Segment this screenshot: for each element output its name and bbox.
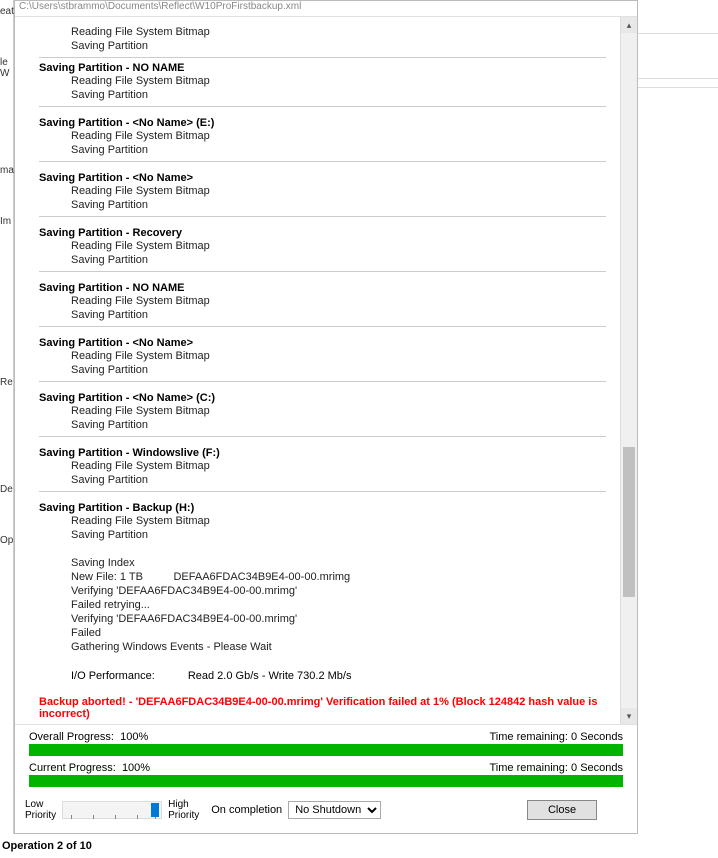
detail-line: Gathering Windows Events - Please Wait xyxy=(71,640,606,654)
overall-time-value: 0 Seconds xyxy=(571,731,623,743)
section-sub-line: Saving Partition xyxy=(39,308,606,322)
section-sub-line: Saving Partition xyxy=(39,198,606,212)
section-title: Saving Partition - Backup (H:) xyxy=(39,498,606,514)
bg-text: le W xyxy=(0,57,13,79)
detail-line: Verifying 'DEFAA6FDAC34B9E4-00-00.mrimg' xyxy=(71,584,606,598)
bg-text: De xyxy=(0,484,13,495)
log-scrollbar[interactable]: ▴ ▾ xyxy=(620,17,637,724)
background-sidebar-fragment: eat le W ma Im Re De Op xyxy=(0,0,14,834)
current-progress-bar xyxy=(29,775,623,787)
log-section: Saving Partition - NO NAMEReading File S… xyxy=(39,58,606,107)
section-sub-line: Reading File System Bitmap xyxy=(39,129,606,143)
section-title: Saving Partition - <No Name> xyxy=(39,168,606,184)
detail-line: New File: 1 TB DEFAA6FDAC34B9E4-00-00.mr… xyxy=(71,570,606,584)
error-message: Backup aborted! - 'DEFAA6FDAC34B9E4-00-0… xyxy=(39,696,606,720)
section-title: Saving Partition - NO NAME xyxy=(39,58,606,74)
current-label: Current Progress: xyxy=(29,762,116,774)
detail-line: Verifying 'DEFAA6FDAC34B9E4-00-00.mrimg' xyxy=(71,612,606,626)
section-title: Saving Partition - <No Name> (E:) xyxy=(39,113,606,129)
io-value: Read 2.0 Gb/s - Write 730.2 Mb/s xyxy=(188,670,352,682)
bg-text: ma xyxy=(0,165,13,176)
io-label: I/O Performance: xyxy=(71,670,155,682)
detail-line: Saving Index xyxy=(71,556,606,570)
priority-slider[interactable] xyxy=(62,801,162,819)
section-sub-line: Reading File System Bitmap xyxy=(39,74,606,88)
section-sub-line: Saving Partition xyxy=(39,88,606,102)
section-sub-line: Saving Partition xyxy=(39,418,606,432)
log-line: Saving Partition xyxy=(39,39,606,53)
current-time-value: 0 Seconds xyxy=(571,762,623,774)
detail-line: Failed retrying... xyxy=(71,598,606,612)
low-priority-label: Low Priority xyxy=(25,799,56,821)
section-sub-line: Reading File System Bitmap xyxy=(39,404,606,418)
detail-line: Failed xyxy=(71,626,606,640)
backup-dialog: C:\Users\stbrammo\Documents\Reflect\W10P… xyxy=(14,0,638,834)
current-value: 100% xyxy=(122,762,150,774)
on-completion-select[interactable]: No Shutdown xyxy=(288,801,381,819)
section-sub-line: Reading File System Bitmap xyxy=(39,184,606,198)
bg-text: Im xyxy=(0,216,13,227)
scroll-thumb[interactable] xyxy=(623,447,635,597)
section-title: Saving Partition - <No Name> (C:) xyxy=(39,388,606,404)
priority-slider-thumb[interactable] xyxy=(151,803,159,817)
bg-text: Op xyxy=(0,535,13,546)
overall-time-label: Time remaining: xyxy=(490,731,568,743)
log-section: Saving Partition - <No Name> (E:)Reading… xyxy=(39,113,606,162)
log-section: Saving Partition - <No Name> (C:)Reading… xyxy=(39,388,606,437)
section-sub-line: Reading File System Bitmap xyxy=(39,239,606,253)
scroll-down-icon[interactable]: ▾ xyxy=(621,708,637,724)
scroll-up-icon[interactable]: ▴ xyxy=(621,17,637,33)
log-section: Saving Partition - RecoveryReading File … xyxy=(39,223,606,272)
overall-label: Overall Progress: xyxy=(29,731,114,743)
bg-text: eat xyxy=(0,6,13,17)
section-sub-line: Reading File System Bitmap xyxy=(39,349,606,363)
progress-area: Overall Progress: 100% Time remaining: 0… xyxy=(15,724,637,797)
bottom-toolbar: Low Priority High Priority On completion… xyxy=(15,797,637,833)
section-sub-line: Saving Partition xyxy=(39,363,606,377)
log-line: Reading File System Bitmap xyxy=(39,25,606,39)
close-button[interactable]: Close xyxy=(527,800,597,820)
log-details: Saving IndexNew File: 1 TB DEFAA6FDAC34B… xyxy=(39,556,606,654)
overall-value: 100% xyxy=(120,731,148,743)
background-right-fragment xyxy=(638,0,718,834)
section-sub-line: Reading File System Bitmap xyxy=(39,459,606,473)
on-completion-label: On completion xyxy=(211,804,282,816)
operation-counter: Operation 2 of 10 xyxy=(0,834,718,858)
section-sub-line: Saving Partition xyxy=(39,528,606,542)
io-performance: I/O Performance: Read 2.0 Gb/s - Write 7… xyxy=(39,670,606,682)
high-priority-label: High Priority xyxy=(168,799,199,821)
section-sub-line: Saving Partition xyxy=(39,143,606,157)
section-sub-line: Saving Partition xyxy=(39,253,606,267)
definition-path: C:\Users\stbrammo\Documents\Reflect\W10P… xyxy=(15,1,637,17)
section-title: Saving Partition - Recovery xyxy=(39,223,606,239)
section-title: Saving Partition - <No Name> xyxy=(39,333,606,349)
section-title: Saving Partition - Windowslive (F:) xyxy=(39,443,606,459)
section-title: Saving Partition - NO NAME xyxy=(39,278,606,294)
log-section: Saving Partition - <No Name>Reading File… xyxy=(39,333,606,382)
log-section: Saving Partition - Windowslive (F:)Readi… xyxy=(39,443,606,492)
log-area: Reading File System Bitmap Saving Partit… xyxy=(15,17,620,724)
section-sub-line: Saving Partition xyxy=(39,473,606,487)
bg-text: Re xyxy=(0,377,13,388)
log-section: Saving Partition - Backup (H:)Reading Fi… xyxy=(39,498,606,542)
section-sub-line: Reading File System Bitmap xyxy=(39,294,606,308)
log-section: Saving Partition - NO NAMEReading File S… xyxy=(39,278,606,327)
current-time-label: Time remaining: xyxy=(490,762,568,774)
section-sub-line: Reading File System Bitmap xyxy=(39,514,606,528)
overall-progress-bar xyxy=(29,744,623,756)
log-section: Saving Partition - <No Name>Reading File… xyxy=(39,168,606,217)
